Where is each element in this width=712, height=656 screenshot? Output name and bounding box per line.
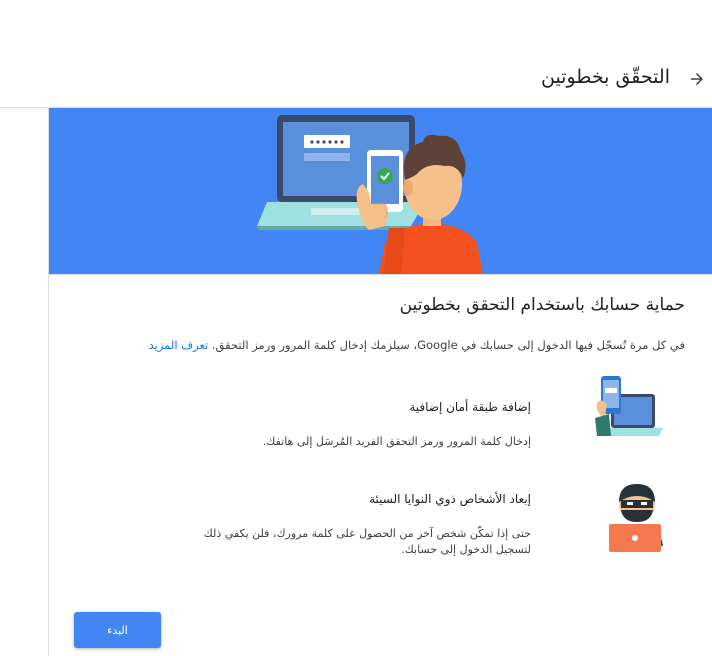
section-title: حماية حسابك باستخدام التحقق بخطوتين — [399, 295, 685, 315]
content-card: حماية حسابك باستخدام التحقق بخطوتين في ك… — [48, 108, 712, 656]
feature-description: إدخال كلمة المرور ورمز التحقق الفريد الم… — [262, 435, 531, 448]
app-header: التحقّق بخطوتين — [0, 0, 712, 108]
feature-title: إبعاد الأشخاص ذوي النوايا السيئة — [369, 492, 531, 506]
arrow-forward-icon[interactable] — [688, 70, 706, 88]
divider — [49, 274, 712, 275]
phone-laptop-security-icon — [595, 376, 663, 436]
banner — [49, 108, 712, 274]
feature-title: إضافة طبقة أمان إضافية — [409, 400, 531, 414]
masked-person-laptop-icon — [609, 484, 663, 552]
start-button[interactable]: البدء — [74, 612, 161, 648]
laptop-phone-person-illustration — [257, 115, 483, 274]
intro-sentence: في كل مرة تُسجّل فيها الدخول إلى حسابك ف… — [211, 338, 685, 352]
page-title: التحقّق بخطوتين — [540, 66, 670, 88]
intro-text: في كل مرة تُسجّل فيها الدخول إلى حسابك ف… — [149, 338, 685, 352]
learn-more-link[interactable]: تعرف المزيد — [149, 338, 209, 352]
feature-description: حتى إذا تمكّن شخص آخر من الحصول على كلمة… — [203, 527, 531, 556]
